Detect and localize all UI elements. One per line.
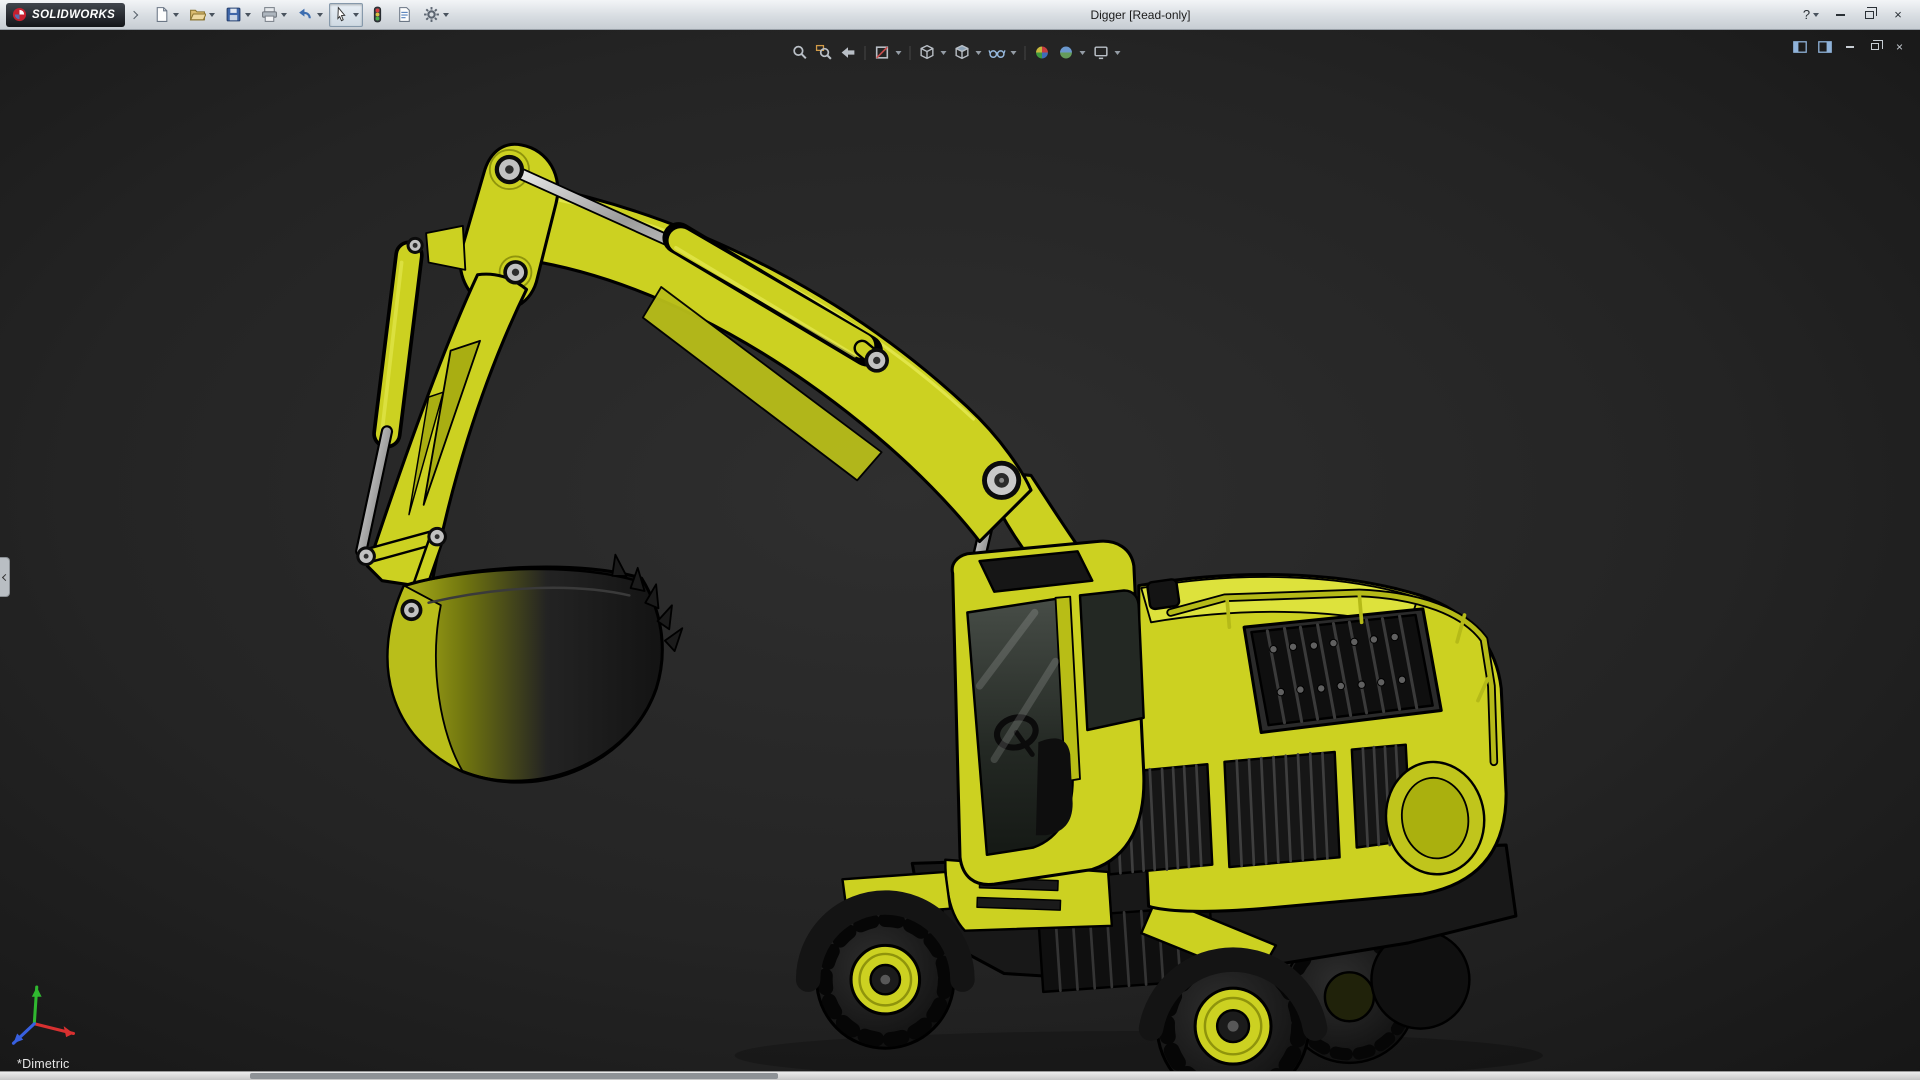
view-orientation-button[interactable] xyxy=(917,42,949,63)
heads-up-view-toolbar xyxy=(790,42,1123,63)
horizontal-scrollbar[interactable] xyxy=(0,1071,1920,1080)
pane-right-button[interactable] xyxy=(1816,39,1833,54)
cab[interactable] xyxy=(950,539,1146,887)
chevron-down-icon xyxy=(940,50,947,55)
select-button[interactable] xyxy=(329,2,364,27)
chevron-down-icon xyxy=(173,12,180,17)
rebuild-traffic-light-icon xyxy=(374,6,382,23)
help-icon: ? xyxy=(1802,7,1811,22)
chevron-down-icon xyxy=(1114,50,1121,55)
view-settings-icon xyxy=(1094,46,1108,60)
collapsed-panel-tab[interactable] xyxy=(0,557,10,598)
chevron-right-icon xyxy=(129,10,139,19)
solidworks-window: SOLIDWORKS Digger [Read-only] ? × × *Dim… xyxy=(0,0,1920,1080)
chevron-left-icon xyxy=(1,573,10,581)
glasses-icon xyxy=(988,50,1006,59)
display-style-button[interactable] xyxy=(952,42,984,63)
undo-button[interactable] xyxy=(293,3,327,27)
restore-icon xyxy=(1864,7,1877,19)
restore-button[interactable] xyxy=(1859,5,1879,25)
close-icon: × xyxy=(1894,7,1902,22)
window-title: Digger [Read-only] xyxy=(1090,7,1191,22)
save-button[interactable] xyxy=(221,3,255,27)
scene-sphere-icon xyxy=(1059,45,1073,60)
minimize-button[interactable] xyxy=(1830,5,1850,25)
toolbar-expander-button[interactable] xyxy=(127,3,141,27)
open-folder-icon xyxy=(190,9,207,21)
view-settings-button[interactable] xyxy=(1091,42,1123,63)
section-view-button[interactable] xyxy=(872,42,904,63)
pane-left-icon xyxy=(1792,40,1807,53)
chevron-down-icon xyxy=(353,12,360,17)
options-button[interactable] xyxy=(419,3,453,27)
chevron-down-icon xyxy=(245,12,252,17)
exhaust xyxy=(1146,578,1181,611)
document-minimize-button[interactable] xyxy=(1841,39,1858,54)
zoom-to-area-button[interactable] xyxy=(814,42,835,63)
zoom-to-fit-icon xyxy=(793,45,807,60)
chevron-down-icon xyxy=(1079,50,1086,55)
close-button[interactable]: × xyxy=(1888,5,1908,25)
logo-text: SOLIDWORKS xyxy=(32,8,116,21)
minimize-icon xyxy=(1835,13,1845,16)
chevron-down-icon xyxy=(209,12,216,17)
toolbar-separator xyxy=(909,45,911,60)
new-document-icon xyxy=(156,7,168,22)
chevron-down-icon xyxy=(443,12,450,17)
apply-scene-button[interactable] xyxy=(1056,42,1088,63)
previous-view-button[interactable] xyxy=(838,42,859,63)
pane-left-button[interactable] xyxy=(1791,39,1808,54)
close-icon: × xyxy=(1895,39,1903,54)
restore-icon xyxy=(1870,39,1883,50)
solidworks-logo: SOLIDWORKS xyxy=(6,2,126,27)
standard-toolbar xyxy=(149,2,453,27)
scrollbar-thumb[interactable] xyxy=(249,1073,778,1079)
open-button[interactable] xyxy=(185,3,219,27)
previous-view-icon xyxy=(841,47,855,58)
toolbar-separator xyxy=(864,45,866,60)
help-button[interactable]: ? xyxy=(1801,5,1821,25)
zoom-to-fit-button[interactable] xyxy=(790,42,811,63)
hide-show-items-button[interactable] xyxy=(987,42,1019,63)
view-orientation-cube-icon xyxy=(920,44,934,60)
minimize-icon xyxy=(1845,45,1854,48)
new-document-button[interactable] xyxy=(149,3,183,27)
zoom-to-area-icon xyxy=(816,44,832,60)
undo-icon xyxy=(299,8,312,19)
display-style-icon xyxy=(955,44,969,60)
chevron-down-icon xyxy=(975,50,982,55)
document-window-controls: × xyxy=(1791,39,1908,54)
gear-icon xyxy=(424,7,440,22)
front-right-wheel[interactable] xyxy=(1138,947,1328,1080)
save-icon xyxy=(226,7,241,22)
print-button[interactable] xyxy=(257,3,291,27)
section-view-icon xyxy=(876,46,889,59)
pane-right-icon xyxy=(1817,40,1832,53)
window-controls: ? × xyxy=(1801,5,1914,25)
chevron-down-icon xyxy=(1010,50,1017,55)
chevron-down-icon xyxy=(281,12,288,17)
select-cursor-icon xyxy=(337,6,346,22)
file-properties-icon xyxy=(399,7,411,22)
title-bar: SOLIDWORKS Digger [Read-only] ? × xyxy=(0,0,1920,30)
view-orientation-label: *Dimetric xyxy=(17,1057,70,1071)
rebuild-button[interactable] xyxy=(365,3,390,27)
edit-appearance-button[interactable] xyxy=(1032,42,1053,63)
chevron-down-icon xyxy=(895,50,902,55)
document-close-button[interactable]: × xyxy=(1891,39,1908,54)
toolbar-separator xyxy=(1024,45,1026,60)
side-window xyxy=(1078,589,1145,732)
chevron-down-icon xyxy=(1813,12,1820,17)
chevron-down-icon xyxy=(317,12,324,17)
appearance-ball-icon xyxy=(1035,45,1049,60)
file-properties-button[interactable] xyxy=(392,3,417,27)
document-restore-button[interactable] xyxy=(1866,39,1883,54)
solidworks-logo-icon xyxy=(12,7,27,22)
3d-scene[interactable] xyxy=(0,30,1920,1080)
print-icon xyxy=(262,7,278,22)
graphics-viewport[interactable]: × *Dimetric xyxy=(0,30,1920,1080)
